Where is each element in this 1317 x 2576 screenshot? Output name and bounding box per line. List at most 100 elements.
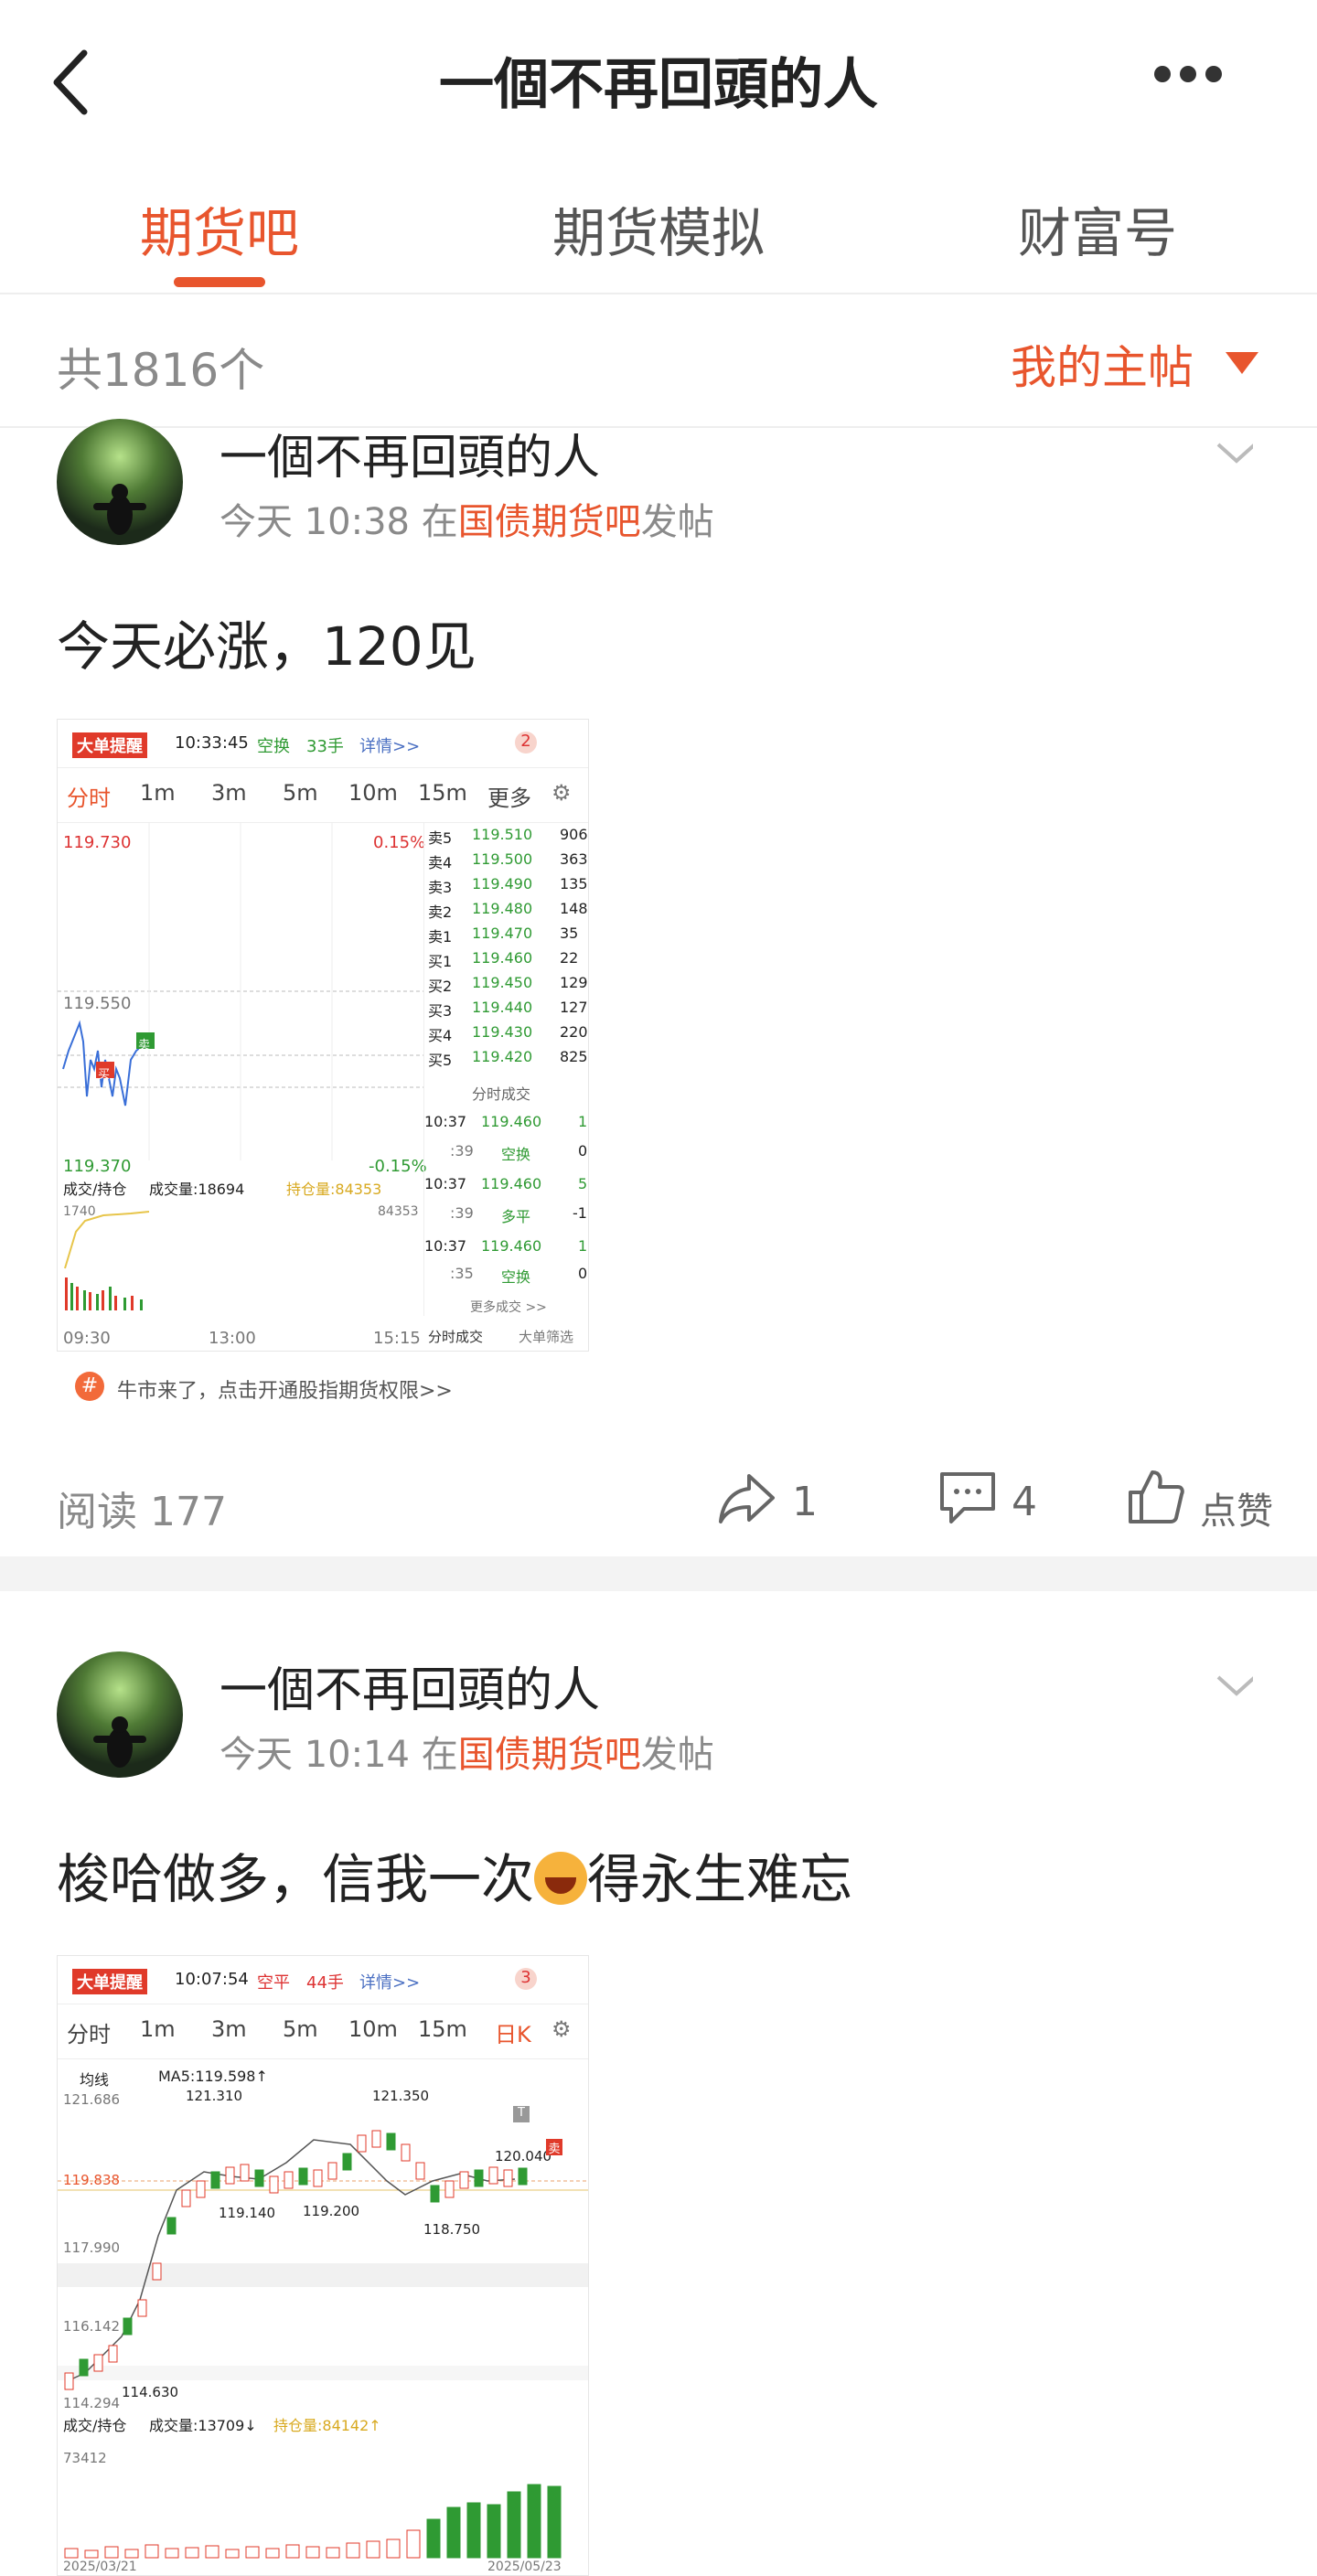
volume-bar xyxy=(84,2549,99,2559)
page-title: 一個不再回頭的人 xyxy=(439,53,878,117)
volume-bar xyxy=(64,2548,79,2559)
volume-bar xyxy=(225,2549,240,2559)
order-book-row: 买1 119.460 22 xyxy=(428,949,579,970)
buy-mark-text: 买 xyxy=(98,1068,111,1082)
promo-link[interactable]: 牛市来了，点击开通股指期货权限>> xyxy=(117,1374,453,1404)
avatar[interactable] xyxy=(57,1651,183,1778)
more-dots-icon xyxy=(1154,66,1171,82)
candle xyxy=(444,2180,455,2198)
period-tab: 1m xyxy=(140,2016,176,2042)
author-name[interactable]: 一個不再回頭的人 xyxy=(220,419,600,487)
tab-futures-sim[interactable]: 期货模拟 xyxy=(512,190,805,267)
candle xyxy=(284,2171,294,2189)
volume-bar xyxy=(205,2545,220,2559)
thumbs-up-icon[interactable] xyxy=(1127,1467,1185,1525)
caret-down-icon[interactable] xyxy=(1226,352,1258,374)
laughing-emoji-icon xyxy=(534,1852,588,1905)
alert-row: 大单提醒 10:33:45 空换 33手 详情>> 2 xyxy=(58,720,588,768)
marker-t: T xyxy=(513,2106,530,2122)
candle xyxy=(152,2262,162,2281)
vol-value: 成交量:13709↓ xyxy=(149,2417,257,2434)
alert-detail-link: 详情>> xyxy=(359,1973,421,1993)
candle xyxy=(415,2162,425,2180)
order-book-row: 买4 119.430 220 xyxy=(428,1023,588,1044)
bar-link[interactable]: 国债期货吧 xyxy=(458,1734,641,1776)
candle xyxy=(123,2317,133,2336)
post-image[interactable]: 大单提醒 10:07:54 空平 44手 详情>> 3 分时 1m 3m 5m … xyxy=(57,1955,589,2576)
period-tab: 5m xyxy=(283,2016,318,2042)
volume-bar xyxy=(426,2518,441,2559)
comment-count[interactable]: 4 xyxy=(1012,1479,1037,1525)
candle xyxy=(240,2164,250,2182)
candle xyxy=(430,2185,440,2203)
order-book-row: 卖4 119.500 363 xyxy=(428,850,588,871)
candle xyxy=(269,2175,279,2194)
tab-wealth[interactable]: 财富号 xyxy=(951,190,1244,267)
candle xyxy=(386,2132,396,2151)
post-meta: 今天 10:14 在国债期货吧发帖 xyxy=(220,1734,714,1776)
post-content[interactable]: 梭哈做多，信我一次 得永生难忘 xyxy=(57,1836,852,1913)
chevron-down-icon[interactable] xyxy=(1216,1668,1253,1705)
oi-value: 持仓量:84142↑ xyxy=(273,2417,381,2434)
author-name[interactable]: 一個不再回頭的人 xyxy=(220,1651,600,1720)
candle xyxy=(488,2166,498,2185)
candle xyxy=(79,2358,89,2377)
ma-value: MA5:119.598↑ xyxy=(158,2068,268,2085)
sell-mark-text: 卖 xyxy=(138,1039,151,1053)
my-posts-filter[interactable]: 我的主帖 xyxy=(1011,331,1194,397)
volume-bar xyxy=(145,2544,159,2559)
candle xyxy=(137,2299,147,2317)
alert-count: 3 xyxy=(515,1968,537,1990)
post-time: 今天 10:14 xyxy=(220,1734,410,1776)
volume-bar xyxy=(124,2549,139,2559)
candle xyxy=(210,2171,220,2189)
period-tabs: 分时 1m 3m 5m 10m 15m 日K ⚙ xyxy=(58,2004,588,2059)
like-button[interactable]: 点赞 xyxy=(1200,1481,1273,1534)
tab-futures-bar[interactable]: 期货吧 xyxy=(73,190,366,267)
bar-link[interactable]: 国债期货吧 xyxy=(458,501,641,543)
volume-bars xyxy=(64,2484,562,2559)
volume-bar xyxy=(507,2491,521,2559)
volume-bar xyxy=(305,2546,320,2559)
candle xyxy=(459,2171,469,2189)
alert-type: 空平 xyxy=(257,1973,290,1993)
candle xyxy=(313,2169,323,2187)
volume-bar xyxy=(346,2542,360,2559)
post-meta: 今天 10:38 在国债期货吧发帖 xyxy=(220,501,714,543)
alert-count: 2 xyxy=(515,732,537,754)
candle xyxy=(342,2153,352,2171)
marker-sell: 卖 xyxy=(546,2139,562,2156)
candle xyxy=(298,2167,308,2186)
candle xyxy=(371,2130,381,2148)
candle xyxy=(474,2169,484,2187)
order-book-row: 买2 119.450 129 xyxy=(428,974,588,995)
candle xyxy=(401,2143,411,2162)
candle xyxy=(518,2167,528,2186)
period-tab: 15m xyxy=(418,2016,467,2042)
hashtag-icon: # xyxy=(75,1372,104,1401)
chevron-down-icon[interactable] xyxy=(1216,435,1253,472)
comment-icon[interactable] xyxy=(938,1470,997,1525)
post-image[interactable]: 大单提醒 10:33:45 空换 33手 详情>> 2 分时 1m 3m 5m … xyxy=(57,719,589,1352)
volume-chart xyxy=(64,1211,150,1310)
volume-bar xyxy=(386,2539,401,2559)
pct-label: -0.15% xyxy=(369,1157,427,1176)
more-button[interactable] xyxy=(1154,66,1237,93)
volume-bar xyxy=(285,2544,300,2559)
period-tab: 10m xyxy=(348,780,398,806)
alert-type: 空换 xyxy=(257,737,290,756)
order-book-row: 卖1 119.470 35 xyxy=(428,925,579,946)
candle xyxy=(357,2134,367,2153)
alert-hands: 33手 xyxy=(306,737,344,756)
share-icon[interactable] xyxy=(718,1470,776,1525)
divider xyxy=(0,293,1317,294)
period-tab: 15m xyxy=(418,780,467,806)
share-count[interactable]: 1 xyxy=(792,1479,818,1525)
order-book-row: 卖2 119.480 148 xyxy=(428,900,588,921)
avatar[interactable] xyxy=(57,419,183,545)
candle xyxy=(225,2166,235,2185)
candle xyxy=(196,2180,206,2198)
post-content[interactable]: 今天必涨，120见 xyxy=(57,604,476,680)
volume-bar xyxy=(466,2502,481,2559)
volume-bar xyxy=(406,2529,421,2559)
